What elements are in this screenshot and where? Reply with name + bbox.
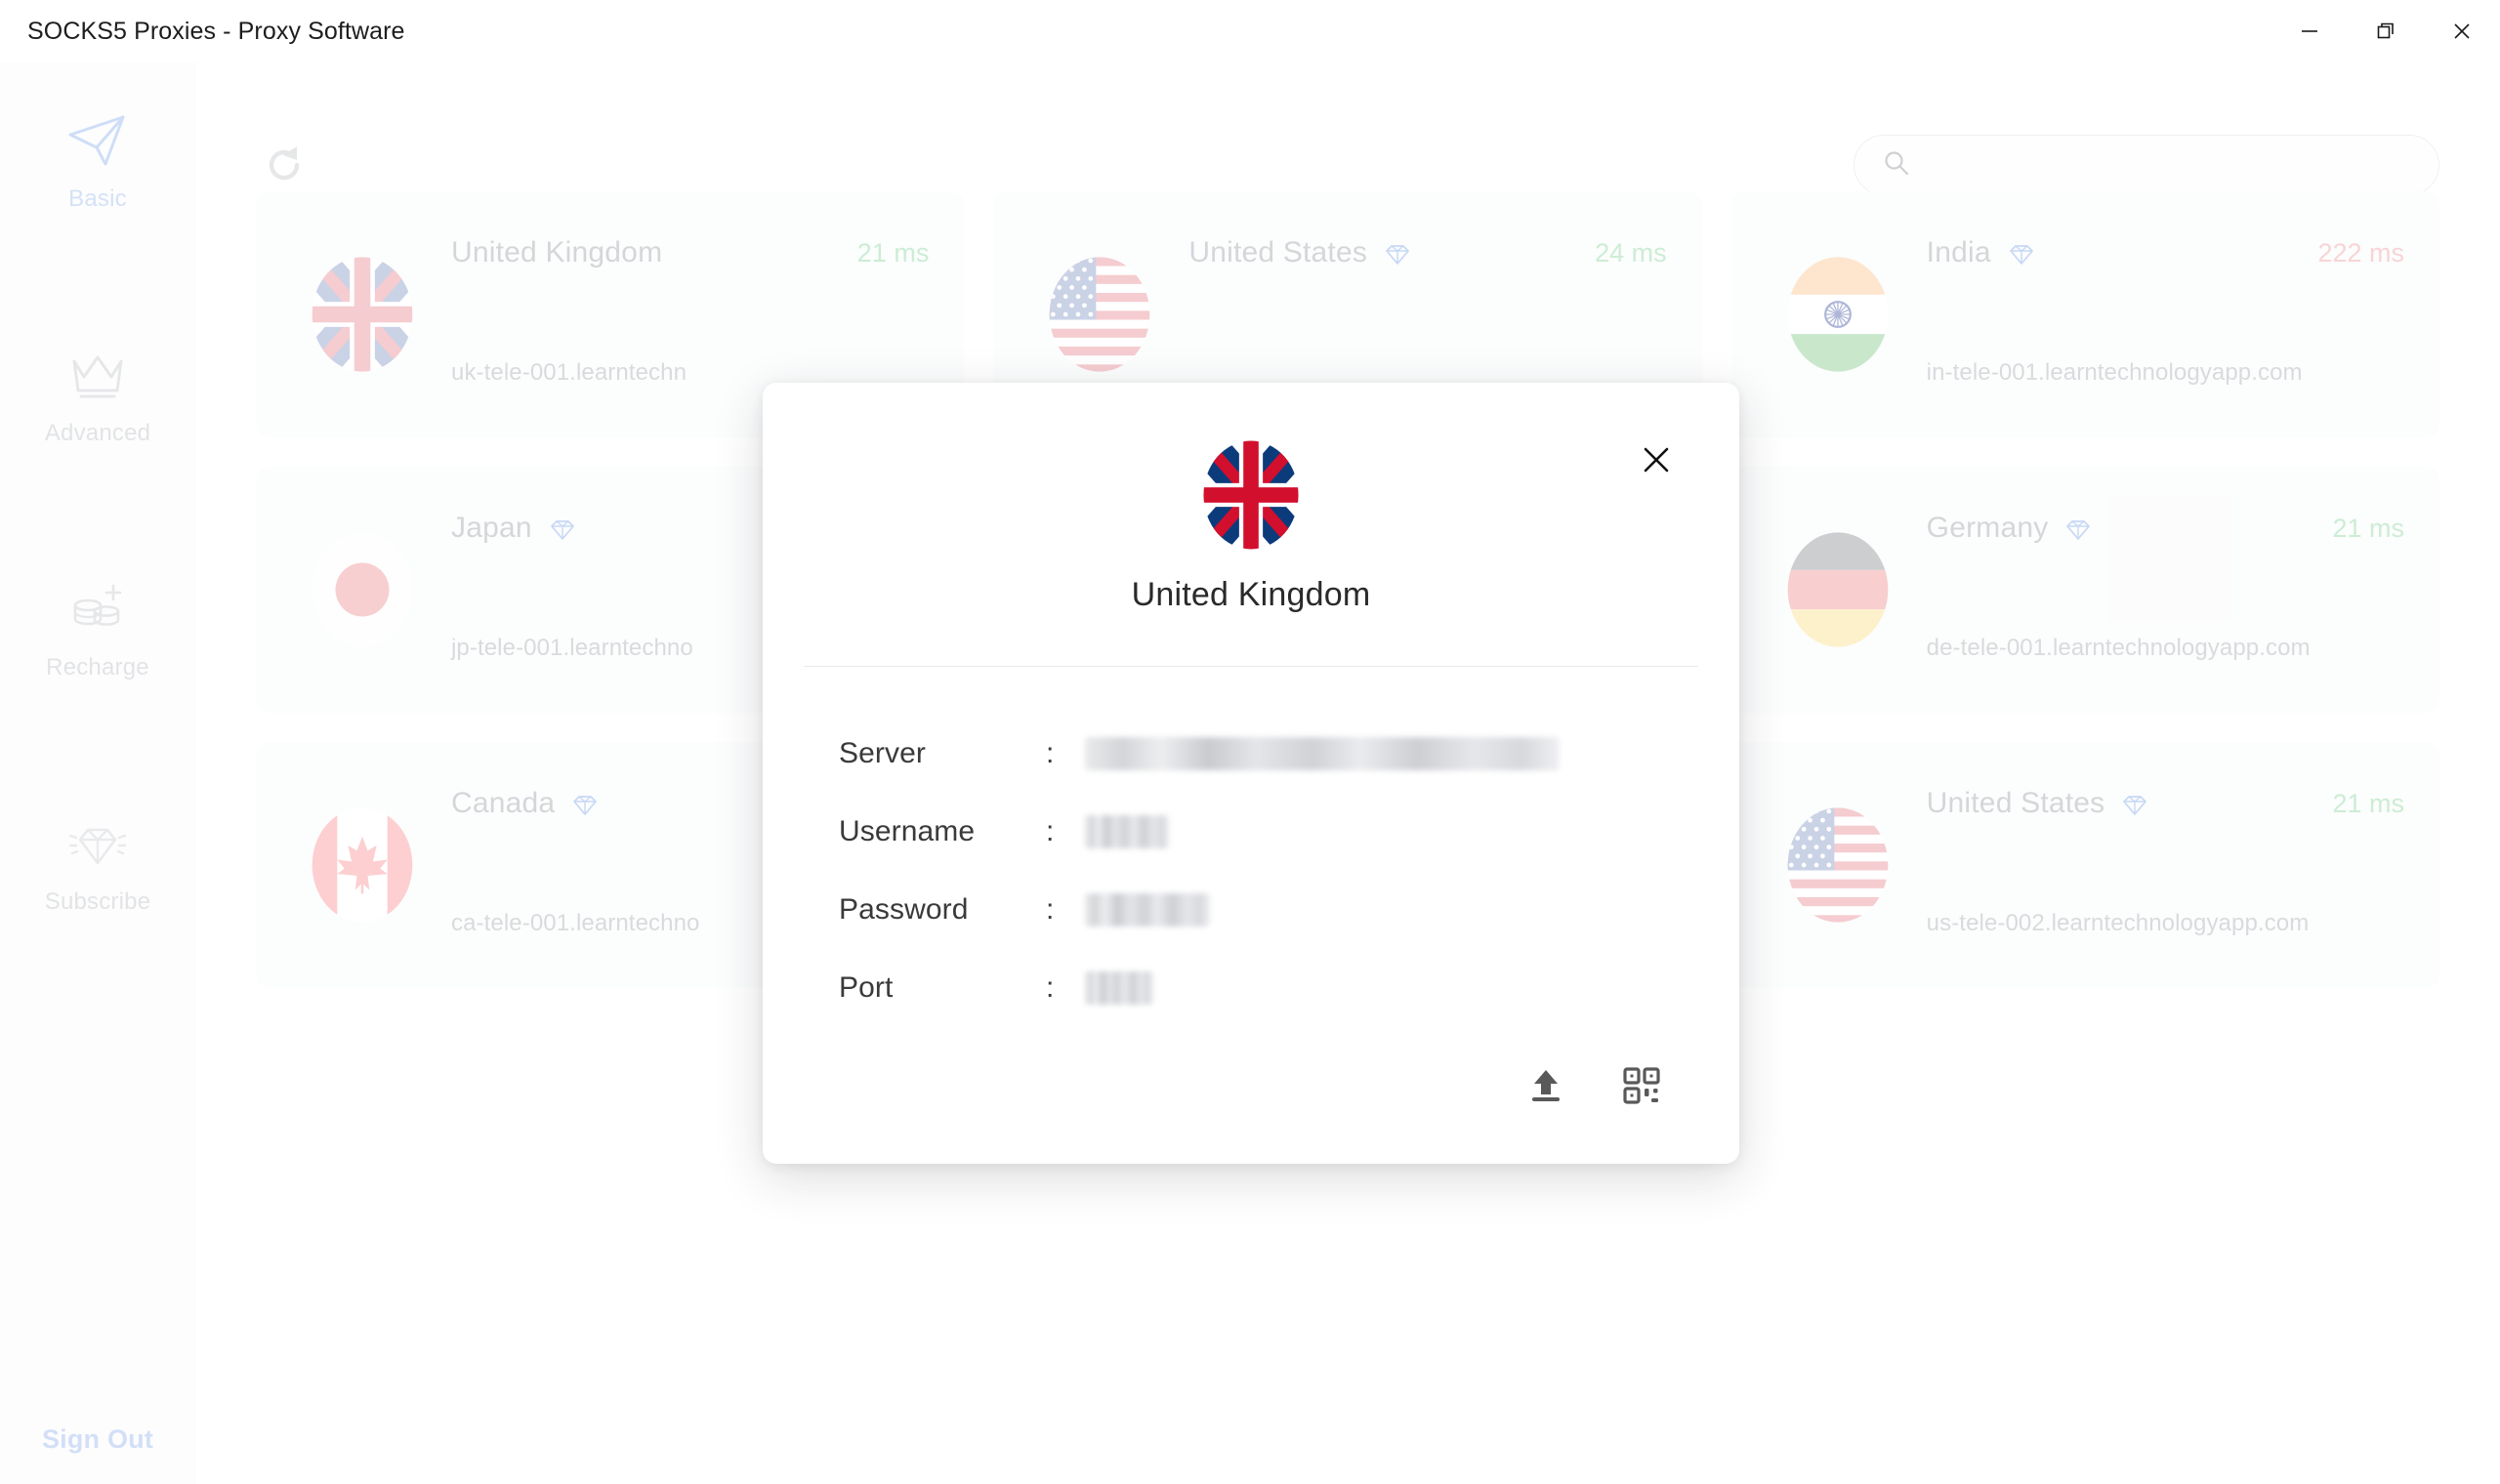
sign-out-button[interactable]: Sign Out — [0, 1424, 195, 1455]
card-header: India 222 ms — [1927, 236, 2410, 269]
card-country-name: United States — [1188, 236, 1368, 268]
card-ping: 21 ms — [856, 237, 930, 268]
premium-diamond-icon — [2007, 238, 2036, 268]
premium-diamond-icon — [570, 789, 600, 818]
card-hostname: uk-tele-001.learntechn — [451, 359, 688, 386]
card-header: United Kingdom 21 ms — [451, 236, 935, 269]
field-value-server-redacted[interactable] — [1085, 737, 1560, 770]
window-titlebar: SOCKS5 Proxies - Proxy Software — [0, 0, 2500, 62]
proxy-detail-modal: United Kingdom Server : Username : Passw… — [763, 383, 1739, 1164]
minimize-icon — [2302, 30, 2317, 32]
search-input[interactable] — [1923, 151, 2419, 179]
field-separator: : — [1046, 893, 1055, 926]
field-value-port-redacted[interactable] — [1085, 971, 1153, 1005]
premium-diamond-icon — [548, 514, 577, 543]
close-icon — [2454, 23, 2470, 39]
diamond-icon — [66, 812, 129, 877]
field-label: Port — [839, 971, 894, 1004]
flag-jp-icon — [309, 528, 416, 651]
flag-de-icon — [1784, 528, 1892, 651]
card-country-name: Germany — [1926, 512, 2049, 544]
premium-diamond-icon — [2120, 789, 2149, 818]
restore-icon — [2377, 22, 2394, 39]
field-separator: : — [1046, 815, 1055, 847]
card-header: Germany 21 ms — [1927, 512, 2410, 545]
field-label: Password — [839, 893, 969, 926]
window-controls — [2271, 0, 2500, 62]
modal-close-button[interactable] — [1628, 432, 1685, 488]
card-ping: 21 ms — [2332, 513, 2404, 543]
card-hostname: in-tele-001.learntechnologyapp.com — [1926, 359, 2303, 386]
refresh-button[interactable] — [257, 138, 312, 192]
premium-diamond-icon — [1383, 238, 1412, 268]
flag-us-icon — [1046, 253, 1153, 376]
sidebar-item-basic[interactable]: Basic — [0, 109, 195, 213]
flag-ca-icon — [309, 804, 416, 927]
card-country-name: Japan — [451, 512, 532, 544]
card-hostname: us-tele-002.learntechnologyapp.com — [1926, 910, 2310, 936]
card-ping: 24 ms — [1595, 237, 1667, 268]
card-hostname: de-tele-001.learntechnologyapp.com — [1926, 635, 2311, 661]
coins-plus-icon — [66, 578, 129, 642]
restore-button[interactable] — [2348, 0, 2424, 62]
sidebar: Basic Advanced Recharge Subscribe Sign O… — [0, 62, 195, 1484]
card-hostname: jp-tele-001.learntechno — [451, 635, 693, 661]
field-row-username: Username : — [839, 793, 1659, 871]
field-label: Server — [839, 737, 926, 769]
qr-code-button[interactable] — [1614, 1058, 1669, 1113]
flag-in-icon — [1784, 253, 1892, 376]
minimize-button[interactable] — [2271, 0, 2348, 62]
close-icon — [1644, 447, 1669, 473]
field-value-password-redacted[interactable] — [1085, 893, 1210, 927]
proxy-card-germany[interactable]: Germany 21 ms de-tele-001.learntechnolog… — [1730, 467, 2439, 713]
upload-button[interactable] — [1519, 1058, 1573, 1113]
field-label: Username — [839, 815, 976, 847]
sidebar-item-label: Basic — [68, 186, 127, 212]
window-title: SOCKS5 Proxies - Proxy Software — [27, 17, 405, 45]
proxy-card-india[interactable]: India 222 ms in-tele-001.learntechnology… — [1730, 191, 2439, 437]
proxy-card-united-states-2[interactable]: United States 21 ms us-tele-002.learntec… — [1730, 742, 2439, 988]
flag-us-icon — [1784, 804, 1892, 927]
card-country-name: United Kingdom — [451, 236, 663, 268]
sidebar-item-label: Subscribe — [44, 888, 151, 915]
toolbar — [195, 62, 2500, 195]
card-hostname: ca-tele-001.learntechno — [451, 910, 700, 936]
premium-diamond-icon — [2063, 514, 2093, 543]
field-row-port: Port : — [839, 949, 1659, 1027]
search-bar[interactable] — [1854, 135, 2439, 195]
sidebar-item-label: Advanced — [44, 420, 151, 446]
crown-icon — [66, 344, 129, 408]
card-ping: 222 ms — [2317, 237, 2404, 268]
card-header: United States 24 ms — [1188, 236, 1672, 269]
paper-plane-icon — [66, 109, 129, 174]
search-icon — [1882, 148, 1911, 183]
modal-divider — [804, 666, 1698, 667]
card-country-name: United States — [1926, 787, 2105, 819]
card-ping: 21 ms — [2332, 788, 2404, 818]
modal-flag-uk-icon — [1200, 437, 1302, 553]
card-country-name: Canada — [451, 787, 556, 819]
credential-fields: Server : Username : Password : Port : — [839, 715, 1659, 1027]
flag-uk-icon — [309, 253, 416, 376]
sidebar-item-advanced[interactable]: Advanced — [0, 344, 195, 447]
refresh-icon — [269, 146, 300, 181]
close-button[interactable] — [2424, 0, 2500, 62]
sidebar-item-subscribe[interactable]: Subscribe — [0, 812, 195, 916]
field-row-server: Server : — [839, 715, 1659, 793]
field-separator: : — [1046, 971, 1055, 1004]
card-header: United States 21 ms — [1927, 787, 2410, 820]
field-row-password: Password : — [839, 871, 1659, 949]
sidebar-item-recharge[interactable]: Recharge — [0, 578, 195, 681]
card-country-name: India — [1926, 236, 1991, 268]
qr-code-icon — [1623, 1067, 1660, 1104]
field-value-username-redacted[interactable] — [1085, 815, 1169, 848]
field-separator: : — [1046, 737, 1055, 769]
modal-title: United Kingdom — [1131, 576, 1371, 613]
modal-action-bar — [1519, 1058, 1669, 1113]
sidebar-item-label: Recharge — [46, 654, 149, 680]
upload-icon — [1532, 1070, 1560, 1101]
